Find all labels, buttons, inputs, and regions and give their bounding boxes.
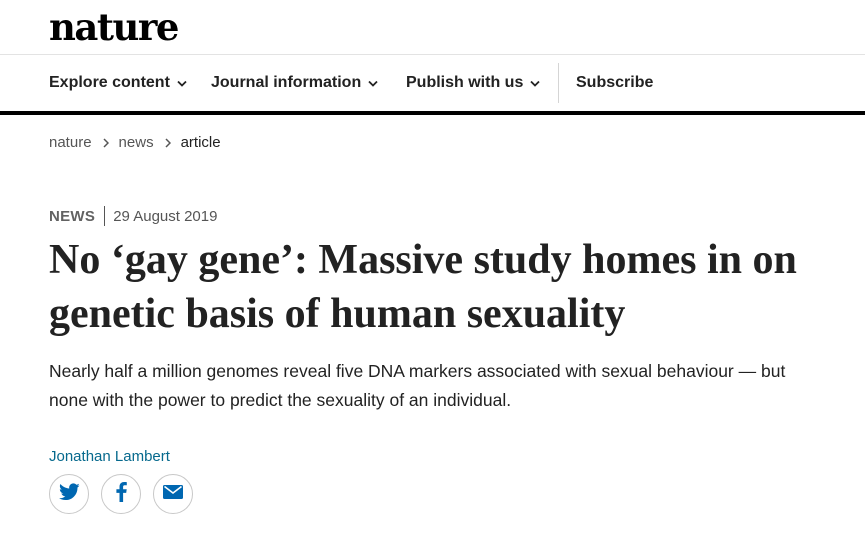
email-icon — [163, 484, 183, 504]
nav-explore-content[interactable]: Explore content — [49, 55, 187, 111]
share-buttons — [49, 474, 205, 514]
article-standfirst: Nearly half a million genomes reveal fiv… — [49, 361, 786, 410]
nav-rule — [0, 111, 865, 115]
chevron-right-icon — [165, 137, 171, 148]
twitter-icon — [58, 482, 80, 506]
facebook-icon — [115, 481, 127, 507]
nav-journal-information[interactable]: Journal information — [211, 55, 378, 111]
logo-bar: nature — [0, 0, 865, 55]
article-meta: NEWS 29 August 2019 — [49, 206, 217, 226]
breadcrumb-nature[interactable]: nature — [49, 134, 92, 151]
share-facebook-button[interactable] — [101, 474, 141, 514]
site-header: nature Explore content Journal informati… — [0, 0, 865, 115]
chevron-right-icon — [103, 137, 109, 148]
nav-journal-information-label: Journal information — [211, 74, 362, 91]
nav-divider — [558, 63, 559, 103]
breadcrumb: nature news article — [49, 134, 221, 151]
subscribe-link[interactable]: Subscribe — [576, 55, 653, 111]
chevron-down-icon — [368, 80, 378, 87]
breadcrumb-news[interactable]: news — [119, 134, 154, 151]
chevron-down-icon — [177, 80, 187, 87]
nav-publish-with-us[interactable]: Publish with us — [406, 55, 540, 111]
article-type: NEWS — [49, 207, 96, 225]
share-twitter-button[interactable] — [49, 474, 89, 514]
nav-explore-content-label: Explore content — [49, 74, 170, 91]
article-date: 29 August 2019 — [113, 207, 218, 225]
meta-divider — [104, 206, 106, 226]
article-title: No ‘gay gene’: Massive study homes in on… — [49, 237, 797, 337]
nav-publish-with-us-label: Publish with us — [406, 74, 524, 91]
main-nav: Explore content Journal information Publ… — [0, 55, 865, 111]
nature-logo[interactable]: nature — [49, 4, 179, 50]
author-link[interactable]: Jonathan Lambert — [49, 448, 170, 465]
breadcrumb-current: article — [180, 134, 221, 151]
share-email-button[interactable] — [153, 474, 193, 514]
chevron-down-icon — [530, 80, 540, 87]
